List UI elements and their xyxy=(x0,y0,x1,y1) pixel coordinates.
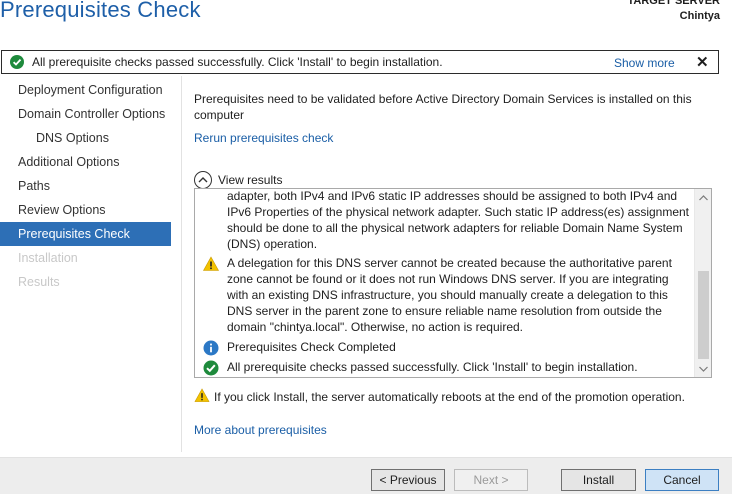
results-list[interactable]: adapter, both IPv4 and IPv6 static IP ad… xyxy=(194,188,712,378)
close-icon[interactable]: ✕ xyxy=(696,53,709,71)
previous-button[interactable]: < Previous xyxy=(371,469,445,491)
notification-text: All prerequisite checks passed successfu… xyxy=(32,55,443,69)
info-icon xyxy=(203,340,219,356)
results-scrollbar[interactable] xyxy=(694,189,711,377)
sidebar-item-dns-options[interactable]: DNS Options xyxy=(0,126,171,150)
success-icon xyxy=(10,55,24,69)
result-text: All prerequisite checks passed successfu… xyxy=(227,360,638,374)
show-more-link[interactable]: Show more xyxy=(614,56,675,70)
reboot-warning: If you click Install, the server automat… xyxy=(194,388,685,406)
sidebar-item-review-options[interactable]: Review Options xyxy=(0,198,171,222)
reboot-warning-text: If you click Install, the server automat… xyxy=(214,390,685,404)
warning-icon xyxy=(194,388,210,406)
sidebar-item-installation: Installation xyxy=(18,251,78,265)
chevron-up-icon[interactable] xyxy=(194,171,212,189)
scroll-thumb[interactable] xyxy=(698,271,709,359)
cancel-button[interactable]: Cancel xyxy=(645,469,719,491)
main-panel: Prerequisites need to be validated befor… xyxy=(181,76,722,452)
notification-bar: All prerequisite checks passed successfu… xyxy=(1,50,719,74)
target-server: TARGET SERVER Chintya xyxy=(628,0,721,24)
next-button: Next > xyxy=(454,469,528,491)
success-icon xyxy=(203,360,219,376)
sidebar-item-prerequisites-check[interactable]: Prerequisites Check xyxy=(0,222,171,246)
sidebar-item-domain-controller-options[interactable]: Domain Controller Options xyxy=(0,102,171,126)
sidebar-item-paths[interactable]: Paths xyxy=(0,174,171,198)
target-server-name: Chintya xyxy=(679,10,720,22)
result-text: Prerequisites Check Completed xyxy=(227,340,396,354)
result-text: adapter, both IPv4 and IPv6 static IP ad… xyxy=(227,189,690,251)
page-title: Prerequisites Check xyxy=(0,0,201,22)
scroll-up-icon[interactable] xyxy=(695,189,711,206)
target-server-label: TARGET SERVER xyxy=(627,0,721,7)
warning-icon xyxy=(202,256,220,272)
sidebar-item-additional-options[interactable]: Additional Options xyxy=(0,150,171,174)
sidebar-item-deployment-configuration[interactable]: Deployment Configuration xyxy=(0,78,171,102)
scroll-down-icon[interactable] xyxy=(695,360,711,377)
view-results-toggle[interactable]: View results xyxy=(194,171,282,189)
sidebar: Deployment Configuration Domain Controll… xyxy=(0,78,171,294)
more-about-prerequisites-link[interactable]: More about prerequisites xyxy=(194,423,327,437)
result-text: A delegation for this DNS server cannot … xyxy=(227,256,672,334)
footer-bar: < Previous Next > Install Cancel xyxy=(0,457,732,494)
intro-text: Prerequisites need to be validated befor… xyxy=(194,92,692,122)
view-results-label: View results xyxy=(218,173,283,187)
sidebar-item-results: Results xyxy=(18,275,60,289)
install-button[interactable]: Install xyxy=(561,469,636,491)
rerun-prerequisites-link[interactable]: Rerun prerequisites check xyxy=(194,131,333,145)
